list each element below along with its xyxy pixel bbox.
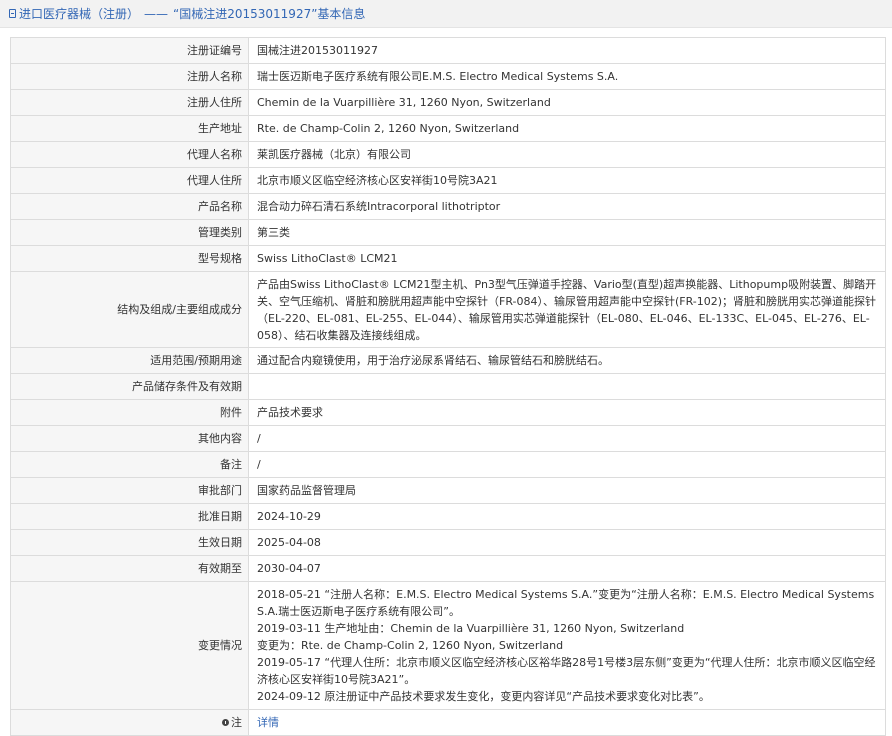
changes-value: 2018-05-21 “注册人名称：E.M.S. Electro Medical…	[248, 581, 886, 710]
table-row: 审批部门 国家药品监督管理局	[10, 477, 886, 504]
row-label: 产品名称	[10, 193, 249, 220]
row-value: 混合动力碎石清石系统Intracorporal lithotriptor	[248, 193, 886, 220]
table-row: 代理人名称 莱凯医疗器械（北京）有限公司	[10, 141, 886, 168]
row-label: 代理人住所	[10, 167, 249, 194]
change-entry: 2024-09-12 原注册证中产品技术要求发生变化，变更内容详见“产品技术要求…	[257, 690, 710, 703]
table-row: 生产地址 Rte. de Champ-Colin 2, 1260 Nyon, S…	[10, 115, 886, 142]
row-label: 有效期至	[10, 555, 249, 582]
table-row: 备注 /	[10, 451, 886, 478]
table-row: 生效日期 2025-04-08	[10, 529, 886, 556]
info-table: 注册证编号 国械注进20153011927 注册人名称 瑞士医迈斯电子医疗系统有…	[10, 37, 886, 736]
row-label: 适用范围/预期用途	[10, 347, 249, 374]
table-row: 结构及组成/主要组成成分 产品由Swiss LithoClast® LCM21型…	[10, 271, 886, 348]
table-row: 变更情况 2018-05-21 “注册人名称：E.M.S. Electro Me…	[10, 581, 886, 710]
table-row: 产品名称 混合动力碎石清石系统Intracorporal lithotripto…	[10, 193, 886, 220]
row-label: 结构及组成/主要组成成分	[10, 271, 249, 348]
row-value: 国械注进20153011927	[248, 37, 886, 64]
row-label: 生效日期	[10, 529, 249, 556]
document-icon	[9, 9, 16, 18]
table-row: 其他内容 /	[10, 425, 886, 452]
table-row: 注册人住所 Chemin de la Vuarpillière 31, 1260…	[10, 89, 886, 116]
row-value: 国家药品监督管理局	[248, 477, 886, 504]
change-entry: 2019-05-17 “代理人住所：北京市顺义区临空经济核心区裕华路28号1号楼…	[257, 656, 876, 686]
table-row: 管理类别 第三类	[10, 219, 886, 246]
table-row: 批准日期 2024-10-29	[10, 503, 886, 530]
row-label: 注册人名称	[10, 63, 249, 90]
table-row: 型号规格 Swiss LithoClast® LCM21	[10, 245, 886, 272]
table-row: 适用范围/预期用途 通过配合内窥镜使用，用于治疗泌尿系肾结石、输尿管结石和膀胱结…	[10, 347, 886, 374]
record-title: “国械注进20153011927”基本信息	[173, 7, 366, 21]
row-value: /	[248, 451, 886, 478]
row-value: 2024-10-29	[248, 503, 886, 530]
change-entry: 变更为：Rte. de Champ-Colin 2, 1260 Nyon, Sw…	[257, 639, 564, 652]
row-value: Rte. de Champ-Colin 2, 1260 Nyon, Switze…	[248, 115, 886, 142]
table-row: 注 详情	[10, 709, 886, 736]
row-label: 代理人名称	[10, 141, 249, 168]
row-label: 生产地址	[10, 115, 249, 142]
row-value: 2025-04-08	[248, 529, 886, 556]
row-value	[248, 373, 886, 400]
change-entry: 2018-05-21 “注册人名称：E.M.S. Electro Medical…	[257, 588, 875, 618]
row-value: 产品技术要求	[248, 399, 886, 426]
change-entry: 2019-03-11 生产地址由：Chemin de la Vuarpilliè…	[257, 622, 685, 635]
table-row: 注册证编号 国械注进20153011927	[10, 37, 886, 64]
table-row: 注册人名称 瑞士医迈斯电子医疗系统有限公司E.M.S. Electro Medi…	[10, 63, 886, 90]
table-row: 附件 产品技术要求	[10, 399, 886, 426]
row-label: 附件	[10, 399, 249, 426]
row-value: 北京市顺义区临空经济核心区安祥街10号院3A21	[248, 167, 886, 194]
row-value: /	[248, 425, 886, 452]
header-section[interactable]: 进口医疗器械（注册）	[19, 5, 139, 22]
row-value: 通过配合内窥镜使用，用于治疗泌尿系肾结石、输尿管结石和膀胱结石。	[248, 347, 886, 374]
row-label: 批准日期	[10, 503, 249, 530]
row-value: 瑞士医迈斯电子医疗系统有限公司E.M.S. Electro Medical Sy…	[248, 63, 886, 90]
row-value: Swiss LithoClast® LCM21	[248, 245, 886, 272]
note-label: 注	[231, 716, 242, 729]
table-row: 产品储存条件及有效期	[10, 373, 886, 400]
details-link[interactable]: 详情	[257, 716, 279, 729]
row-label: 备注	[10, 451, 249, 478]
changes-label: 变更情况	[10, 581, 249, 710]
header-separator: ——	[144, 6, 169, 21]
table-row: 代理人住所 北京市顺义区临空经济核心区安祥街10号院3A21	[10, 167, 886, 194]
page-header: 进口医疗器械（注册） —— “国械注进20153011927”基本信息	[0, 0, 892, 28]
row-value: 第三类	[248, 219, 886, 246]
row-value: 2030-04-07	[248, 555, 886, 582]
row-value: 莱凯医疗器械（北京）有限公司	[248, 141, 886, 168]
row-label: 注册证编号	[10, 37, 249, 64]
row-value: Chemin de la Vuarpillière 31, 1260 Nyon,…	[248, 89, 886, 116]
row-label: 审批部门	[10, 477, 249, 504]
row-label: 管理类别	[10, 219, 249, 246]
table-row: 有效期至 2030-04-07	[10, 555, 886, 582]
info-dot-icon	[222, 719, 229, 726]
note-label-cell: 注	[10, 709, 249, 736]
row-label: 型号规格	[10, 245, 249, 272]
row-value: 产品由Swiss LithoClast® LCM21型主机、Pn3型气压弹道手控…	[248, 271, 886, 348]
row-label: 注册人住所	[10, 89, 249, 116]
row-label: 产品储存条件及有效期	[10, 373, 249, 400]
note-value: 详情	[248, 709, 886, 736]
row-label: 其他内容	[10, 425, 249, 452]
